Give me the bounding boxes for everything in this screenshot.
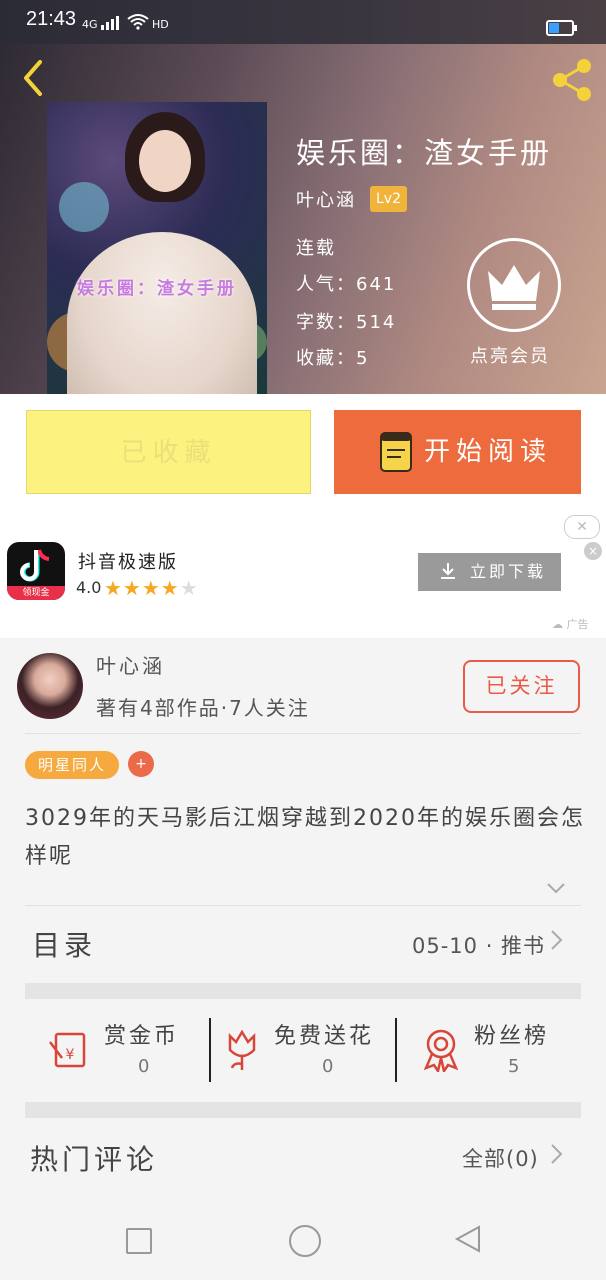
download-icon <box>440 553 456 591</box>
ad-dismiss-icon[interactable]: ✕ <box>564 515 600 539</box>
ad-close-icon[interactable]: × <box>584 542 602 560</box>
expand-chevron-icon[interactable] <box>546 878 566 899</box>
ad-rating: 4.0 <box>76 578 102 597</box>
favorited-button[interactable]: 已收藏 <box>26 410 311 494</box>
toc-latest[interactable]: 05-10 · 推书 <box>412 930 545 960</box>
chevron-right-icon[interactable] <box>550 1142 564 1172</box>
share-icon[interactable] <box>548 56 596 104</box>
stat-separator <box>395 1018 397 1082</box>
back-icon[interactable] <box>14 58 54 98</box>
stat-coins[interactable]: ¥ 赏金币 0 <box>48 1018 198 1082</box>
battery-icon <box>546 20 577 36</box>
author-name[interactable]: 叶心涵 <box>96 650 165 679</box>
download-button[interactable]: 立即下载 <box>418 553 561 591</box>
status-time: 21:43 <box>26 8 77 30</box>
app-icon-tag: 领现金 <box>7 586 65 600</box>
hot-comments-label: 热门评论 <box>30 1143 159 1176</box>
book-author[interactable]: 叶心涵 <box>296 186 356 212</box>
section-separator <box>25 1102 581 1118</box>
app-icon[interactable]: 领现金 <box>7 542 65 600</box>
book-word-count: 字数：514 <box>296 312 397 333</box>
vip-label[interactable]: 点亮会员 <box>470 342 550 368</box>
signal-icon: 4G HD <box>82 14 169 31</box>
book-intro: 3029年的天马影后江烟穿越到2020年的娱乐圈会怎样呢 <box>25 806 585 869</box>
divider <box>25 733 581 734</box>
svg-text:¥: ¥ <box>66 1047 75 1063</box>
book-cover: 娱乐圈：渣女手册 <box>47 102 267 394</box>
book-popularity: 人气：641 <box>296 274 397 295</box>
author-summary: 著有4部作品·7人关注 <box>96 696 310 720</box>
wifi-icon <box>126 14 149 30</box>
author-avatar[interactable] <box>17 653 83 719</box>
follow-button[interactable]: 已关注 <box>463 660 580 713</box>
red-envelope-icon: ¥ <box>49 1032 86 1068</box>
stat-flowers[interactable]: 免费送花 0 <box>222 1018 392 1082</box>
book-favorites: 收藏：5 <box>296 348 370 369</box>
stat-separator <box>209 1018 211 1082</box>
flower-icon <box>228 1029 256 1070</box>
cover-title: 娱乐圈：渣女手册 <box>77 279 237 299</box>
status-bar: 21:43 4G HD <box>0 0 606 44</box>
ad-tag: ☁ 广告 <box>552 618 589 631</box>
medal-icon <box>423 1029 459 1072</box>
recent-apps-icon[interactable] <box>126 1228 152 1254</box>
toc-label[interactable]: 目录 <box>32 924 96 964</box>
add-tag-button[interactable]: + <box>128 751 154 777</box>
crown-icon[interactable] <box>467 238 561 332</box>
genre-tag[interactable]: 明星同人 <box>25 751 119 779</box>
home-icon[interactable] <box>289 1225 321 1257</box>
download-label: 立即下载 <box>470 562 547 581</box>
stat-fans[interactable]: 粉丝榜 5 <box>420 1018 570 1082</box>
section-separator <box>25 983 581 999</box>
chevron-right-icon[interactable] <box>550 928 564 958</box>
book-title: 娱乐圈：渣女手册 <box>296 136 553 170</box>
ad-app-name[interactable]: 抖音极速版 <box>78 548 178 574</box>
divider <box>25 905 581 906</box>
author-level-badge: Lv2 <box>370 186 407 212</box>
rating-stars: ★★★★★ <box>104 576 199 600</box>
all-comments-link[interactable]: 全部(0) <box>462 1143 539 1173</box>
start-reading-label: 开始阅读 <box>424 437 553 467</box>
start-reading-button[interactable]: 开始阅读 <box>334 410 581 494</box>
back-nav-icon[interactable] <box>454 1224 482 1258</box>
book-status: 连载 <box>296 238 336 259</box>
book-icon <box>380 432 412 472</box>
